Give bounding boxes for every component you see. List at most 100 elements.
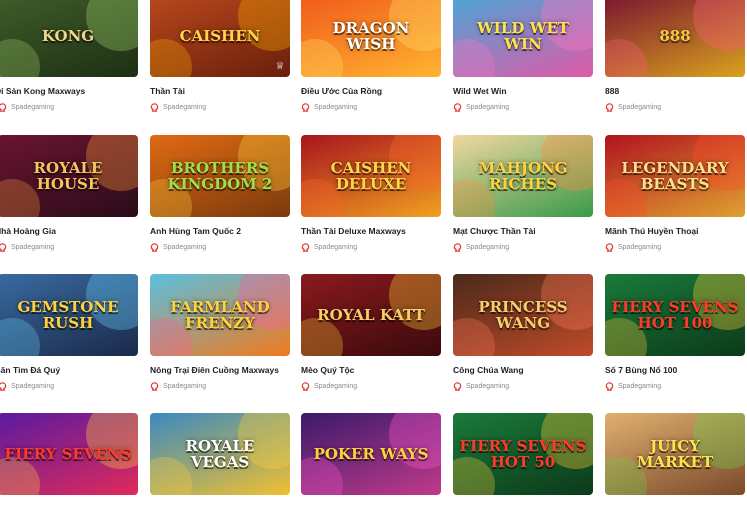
game-card[interactable]: FARMLAND FRENZY Nông Trại Điên Cuồng Maxw… [150,274,290,391]
game-name[interactable]: Nông Trại Điên Cuồng Maxways [150,365,290,376]
provider-name: Spadegaming [163,243,207,251]
spadegaming-icon [0,102,7,112]
game-name[interactable]: 888 [605,86,745,97]
game-card[interactable]: MAHJONG RICHES Mạt Chược Thần Tài Spadegam… [453,135,593,252]
game-thumbnail[interactable]: POKER WAYS [301,413,441,495]
spadegaming-icon [301,242,310,252]
game-name[interactable]: Mãnh Thú Huyền Thoại [605,226,745,237]
game-card[interactable]: ROYAL KATT Mèo Quý Tộc Spadegaming [301,274,441,391]
thumbnail-glow [0,39,40,77]
game-thumbnail[interactable]: WILD WET WIN [453,0,593,77]
game-logo-text: LEGENDARY BEASTS [621,159,729,193]
provider-row: Spadegaming [453,381,593,391]
game-name[interactable]: Anh Hùng Tam Quốc 2 [150,226,290,237]
provider-row: Spadegaming [0,381,138,391]
spadegaming-icon [605,381,614,391]
game-thumbnail[interactable]: DRAGON WISH [301,0,441,77]
game-thumbnail[interactable]: CAISHEN DELUXE [301,135,441,217]
game-logo-text: ROYALE HOUSE [33,159,103,193]
game-logo-text: ROYAL KATT [317,306,425,324]
game-thumbnail[interactable]: CAISHEN ♕ [150,0,290,77]
trophy-icon[interactable]: ♕ [274,61,286,73]
game-card[interactable]: FIERY SEVENS HOT 50 [453,413,593,495]
game-name[interactable]: Thần Tài [150,86,290,97]
game-card[interactable]: POKER WAYS [301,413,441,495]
provider-row: Spadegaming [605,242,745,252]
game-name[interactable]: Công Chúa Wang [453,365,593,376]
game-logo-text: PRINCESS WANG [478,298,568,332]
provider-name: Spadegaming [466,382,510,390]
game-thumbnail[interactable]: GEMSTONE RUSH [0,274,138,356]
game-thumbnail[interactable]: ROYAL KATT [301,274,441,356]
provider-name: Spadegaming [314,382,358,390]
provider-name: Spadegaming [466,103,510,111]
game-thumbnail[interactable]: ROYALE HOUSE [0,135,138,217]
game-thumbnail[interactable]: FIERY SEVENS HOT 100 [605,274,745,356]
game-name[interactable]: Săn Tìm Đá Quý [0,365,138,376]
spadegaming-icon [301,381,310,391]
game-thumbnail[interactable]: LEGENDARY BEASTS [605,135,745,217]
spadegaming-icon [301,102,310,112]
game-thumbnail[interactable]: JUICY MARKET [605,413,745,495]
game-card[interactable]: DRAGON WISH Điều Ước Của Rồng Spadegaming [301,0,441,112]
game-name[interactable]: Mèo Quý Tộc [301,365,441,376]
provider-name: Spadegaming [11,103,55,111]
game-thumbnail[interactable]: FARMLAND FRENZY [150,274,290,356]
provider-row: Spadegaming [453,242,593,252]
game-thumbnail[interactable]: MAHJONG RICHES [453,135,593,217]
provider-name: Spadegaming [314,243,358,251]
spadegaming-icon [0,242,7,252]
game-name[interactable]: Thần Tài Deluxe Maxways [301,226,441,237]
game-logo-text: DRAGON WISH [332,19,410,53]
game-logo-text: FIERY SEVENS HOT 100 [611,298,739,332]
game-logo-text: ROYALE VEGAS [185,437,255,471]
game-card[interactable]: BROTHERS KINGDOM 2 Anh Hùng Tam Quốc 2 Spa… [150,135,290,252]
game-card[interactable]: KONG Di Sản Kong Maxways Spadegaming [0,0,138,112]
game-thumbnail[interactable]: PRINCESS WANG [453,274,593,356]
spadegaming-icon [150,242,159,252]
game-name[interactable]: Di Sản Kong Maxways [0,86,138,97]
provider-name: Spadegaming [11,382,55,390]
game-logo-text: POKER WAYS [313,445,429,463]
game-card[interactable]: FIERY SEVENS [0,413,138,495]
game-card[interactable]: ROYALE HOUSE Nhà Hoàng Gia Spadegaming [0,135,138,252]
game-thumbnail[interactable]: 888 [605,0,745,77]
provider-name: Spadegaming [163,103,207,111]
game-logo-text: GEMSTONE RUSH [17,298,119,332]
game-card[interactable]: CAISHEN DELUXE Thần Tài Deluxe Maxways Spa… [301,135,441,252]
game-card[interactable]: WILD WET WIN Wild Wet Win Spadegaming [453,0,593,112]
game-card[interactable]: CAISHEN ♕ Thần Tài Spadegaming [150,0,290,112]
provider-name: Spadegaming [618,382,662,390]
game-card[interactable]: JUICY MARKET [605,413,745,495]
spadegaming-icon [605,102,614,112]
game-logo-text: FARMLAND FRENZY [170,298,270,332]
game-name[interactable]: Mạt Chược Thần Tài [453,226,593,237]
game-thumbnail[interactable]: BROTHERS KINGDOM 2 [150,135,290,217]
provider-row: Spadegaming [605,102,745,112]
game-card[interactable]: ROYALE VEGAS [150,413,290,495]
game-thumbnail[interactable]: KONG [0,0,138,77]
game-logo-text: JUICY MARKET [636,437,714,471]
provider-row: Spadegaming [301,102,441,112]
game-logo-text: 888 [659,27,691,45]
game-card[interactable]: LEGENDARY BEASTS Mãnh Thú Huyền Thoại Spad… [605,135,745,252]
game-card[interactable]: GEMSTONE RUSH Săn Tìm Đá Quý Spadegaming [0,274,138,391]
provider-row: Spadegaming [0,242,138,252]
game-card[interactable]: 888 888 Spadegaming [605,0,745,112]
game-card[interactable]: PRINCESS WANG Công Chúa Wang Spadegaming [453,274,593,391]
game-name[interactable]: Nhà Hoàng Gia [0,226,138,237]
game-logo-text: CAISHEN [179,27,261,45]
game-name[interactable]: Wild Wet Win [453,86,593,97]
game-card[interactable]: FIERY SEVENS HOT 100 Số 7 Bùng Nổ 100 Spad… [605,274,745,391]
provider-name: Spadegaming [11,243,55,251]
game-thumbnail[interactable]: FIERY SEVENS HOT 50 [453,413,593,495]
game-name[interactable]: Điều Ước Của Rồng [301,86,441,97]
game-logo-text: BROTHERS KINGDOM 2 [167,159,273,193]
provider-row: Spadegaming [150,381,290,391]
thumbnail-glow [693,0,745,51]
provider-row: Spadegaming [150,102,290,112]
spadegaming-icon [453,242,462,252]
game-name[interactable]: Số 7 Bùng Nổ 100 [605,365,745,376]
game-thumbnail[interactable]: FIERY SEVENS [0,413,138,495]
game-thumbnail[interactable]: ROYALE VEGAS [150,413,290,495]
